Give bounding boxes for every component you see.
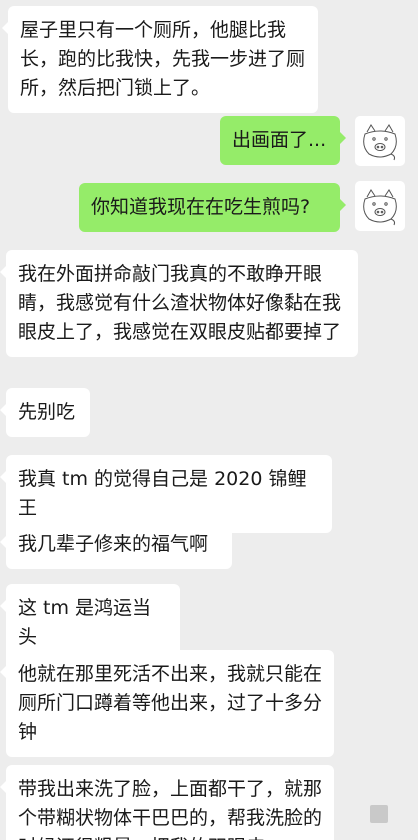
- message-bubble-incoming[interactable]: 带我出来洗了脸，上面都干了，就那个带糊状物体干巴巴的，帮我洗脸的时候还很粗暴，把…: [0, 765, 334, 840]
- pig-sketch-icon: [363, 189, 397, 226]
- square-icon: [370, 805, 388, 823]
- message-bubble-incoming[interactable]: 屋子里只有一个厕所，他腿比我长，跑的比我快，先我一步进了厕所，然后把门锁上了。: [2, 6, 318, 113]
- message-text: 他就在那里死活不出来，我就只能在厕所门口蹲着等他出来，过了十多分钟: [18, 663, 323, 743]
- message-text: 我几辈子修来的福气啊: [18, 533, 209, 555]
- message-bubble-incoming[interactable]: 我几辈子修来的福气啊: [0, 520, 232, 569]
- message-text: 我在外面拼命敲门我真的不敢睁开眼睛，我感觉有什么渣状物体好像黏在我眼皮上了，我感…: [18, 263, 342, 343]
- self-avatar[interactable]: [355, 181, 405, 231]
- message-bubble-outgoing[interactable]: 你知道我现在在吃生煎吗?: [79, 183, 346, 232]
- message-text: 先别吃: [18, 401, 76, 423]
- chat-message-list[interactable]: 屋子里只有一个厕所，他腿比我长，跑的比我快，先我一步进了厕所，然后把门锁上了。 …: [0, 0, 418, 840]
- message-bubble-outgoing[interactable]: 出画面了...: [220, 116, 346, 165]
- message-bubble-incoming[interactable]: 他就在那里死活不出来，我就只能在厕所门口蹲着等他出来，过了十多分钟: [0, 650, 334, 757]
- pig-sketch-icon: [363, 124, 397, 161]
- message-text: 带我出来洗了脸，上面都干了，就那个带糊状物体干巴巴的，帮我洗脸的时候还很粗暴，把…: [18, 778, 323, 840]
- message-text: 出画面了...: [232, 129, 327, 151]
- message-text: 屋子里只有一个厕所，他腿比我长，跑的比我快，先我一步进了厕所，然后把门锁上了。: [20, 19, 306, 99]
- message-text: 这 tm 是鸿运当头: [18, 597, 152, 648]
- message-text: 你知道我现在在吃生煎吗?: [91, 196, 311, 218]
- message-text: 我真 tm 的觉得自己是 2020 锦鲤王: [18, 468, 307, 519]
- message-bubble-incoming[interactable]: 我在外面拼命敲门我真的不敢睁开眼睛，我感觉有什么渣状物体好像黏在我眼皮上了，我感…: [0, 250, 358, 357]
- self-avatar[interactable]: [355, 116, 405, 166]
- message-bubble-incoming[interactable]: 先别吃: [0, 388, 90, 437]
